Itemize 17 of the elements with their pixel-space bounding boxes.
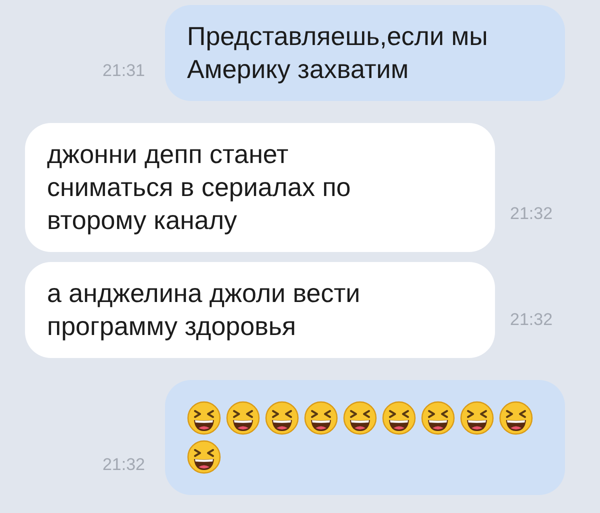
laughing-face-icon (421, 401, 455, 435)
laughing-face-icon (187, 440, 221, 474)
message-time: 21:32 (510, 308, 553, 330)
laughing-face-icon (304, 401, 338, 435)
message-time: 21:31 (102, 60, 145, 82)
laughing-face-icon (382, 401, 416, 435)
received-message: а анджелина джоли вести программу здоровья (25, 262, 495, 358)
laughing-face-icon (343, 401, 377, 435)
received-message: джонни депп станет сниматься в сериалах по второму каналу (25, 123, 495, 252)
laughing-face-icon (265, 401, 299, 435)
sent-message: Представляешь,если мы Америку захватим (165, 5, 565, 101)
laughing-face-icon (499, 401, 533, 435)
laughing-face-icon (226, 401, 260, 435)
laughing-face-icon (187, 401, 221, 435)
message-time: 21:32 (510, 202, 553, 224)
message-time: 21:32 (102, 454, 145, 476)
laughing-face-icon (460, 401, 494, 435)
